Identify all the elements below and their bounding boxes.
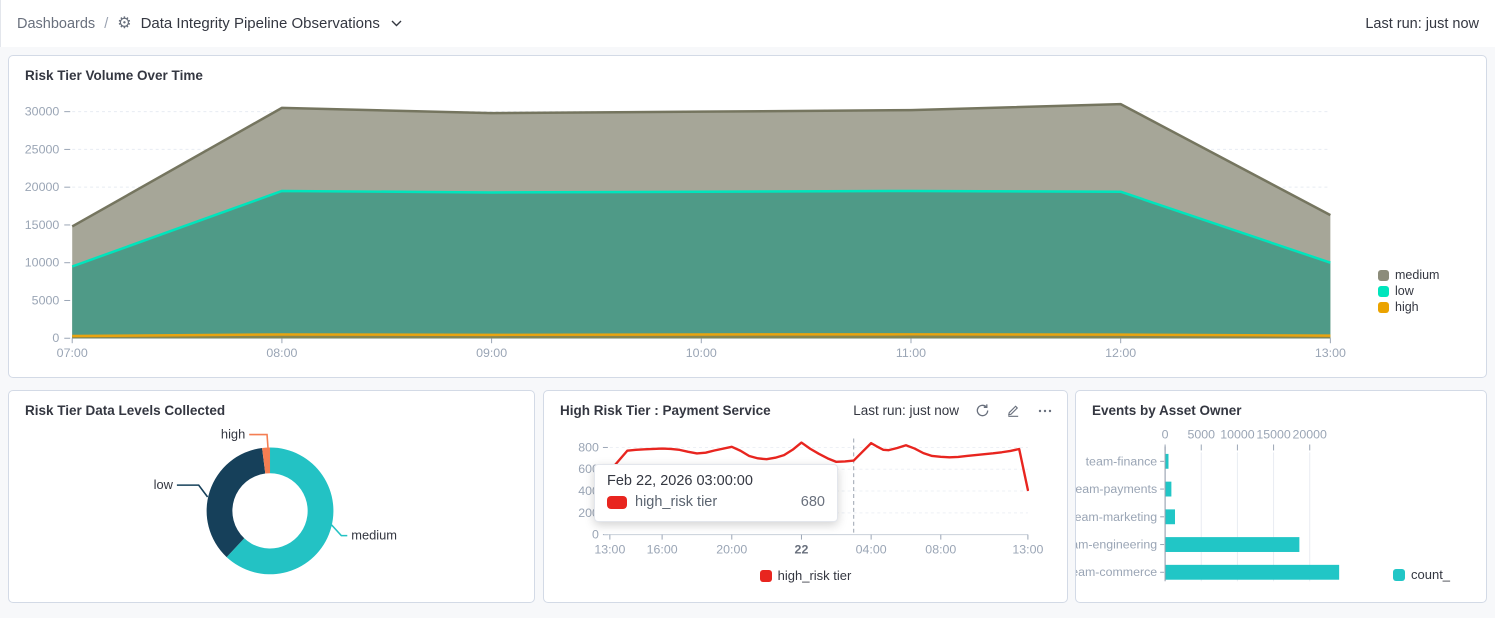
bar-team-marketing[interactable] — [1166, 509, 1175, 524]
bar-team-commerce[interactable] — [1166, 565, 1340, 580]
bar-team-engineering[interactable] — [1166, 537, 1300, 552]
y-axis-tick: 800 — [578, 440, 599, 454]
x-axis-tick: 10:00 — [686, 346, 717, 360]
breadcrumb-dashboards-link[interactable]: Dashboards — [17, 16, 95, 32]
bar-team-finance[interactable] — [1166, 454, 1169, 469]
x-axis-tick: 20000 — [1293, 428, 1328, 442]
tooltip-series-row: high_risk tier 680 — [607, 494, 825, 510]
x-axis-tick: 16:00 — [647, 542, 678, 556]
legend-swatch — [1378, 270, 1389, 281]
tooltip-timestamp: Feb 22, 2026 03:00:00 — [607, 473, 825, 489]
legend-label: medium — [1395, 268, 1439, 282]
category-label: team-engineering — [1076, 538, 1157, 552]
breadcrumb: Dashboards / ⚙ Data Integrity Pipeline O… — [17, 15, 402, 32]
x-axis-tick: 07:00 — [57, 346, 88, 360]
x-axis-tick: 13:00 — [1315, 346, 1346, 360]
donut-slice-low[interactable] — [207, 448, 266, 557]
x-axis-tick: 15000 — [1256, 428, 1291, 442]
legend-swatch — [760, 570, 772, 582]
slice-label-medium: medium — [351, 528, 397, 543]
x-axis-tick: 08:00 — [925, 542, 956, 556]
dashboard-app: Dashboards / ⚙ Data Integrity Pipeline O… — [0, 0, 1495, 618]
legend-item-low[interactable]: low — [1378, 284, 1439, 298]
chart-tooltip: Feb 22, 2026 03:00:00 high_risk tier 680 — [594, 464, 838, 522]
last-run-status: Last run: just now — [1365, 16, 1479, 32]
panel-risk-tier-levels: Risk Tier Data Levels Collected mediumlo… — [8, 390, 535, 603]
legend-swatch — [1393, 569, 1405, 581]
x-axis-tick: 11:00 — [896, 346, 926, 360]
legend-label: count_ — [1411, 567, 1450, 582]
category-label: team-marketing — [1076, 510, 1157, 524]
legend-swatch — [1378, 302, 1389, 313]
y-axis-tick: 30000 — [25, 105, 60, 119]
x-axis-tick: 13:00 — [1012, 542, 1043, 556]
legend-label: high_risk tier — [778, 568, 852, 583]
panel-high-risk-payment: High Risk Tier : Payment Service Last ru… — [543, 390, 1068, 603]
x-axis-tick: 09:00 — [476, 346, 507, 360]
x-axis-tick: 04:00 — [856, 542, 887, 556]
area-chart-legend: medium low high — [1378, 268, 1439, 314]
legend-item-high[interactable]: high — [1378, 300, 1439, 314]
x-axis-tick: 5000 — [1187, 428, 1215, 442]
bar-chart-legend[interactable]: count_ — [1393, 567, 1450, 582]
tooltip-series-value: 680 — [801, 494, 825, 510]
dashboard-title[interactable]: Data Integrity Pipeline Observations — [141, 15, 380, 32]
x-axis-tick: 22 — [795, 542, 809, 556]
line-chart-legend[interactable]: high_risk tier — [544, 568, 1067, 583]
gear-icon: ⚙ — [117, 16, 131, 32]
panel-risk-tier-volume: Risk Tier Volume Over Time 0500010000150… — [8, 55, 1487, 378]
category-label: team-payments — [1076, 482, 1157, 496]
y-axis-tick: 0 — [592, 528, 599, 542]
y-axis-tick: 25000 — [25, 142, 60, 156]
category-label: team-commerce — [1076, 565, 1157, 579]
area-series-low[interactable] — [72, 191, 1330, 338]
panel-events-by-owner: Events by Asset Owner 050001000015000200… — [1075, 390, 1487, 603]
bar-team-payments[interactable] — [1166, 482, 1172, 497]
legend-item-medium[interactable]: medium — [1378, 268, 1439, 282]
x-axis-tick: 08:00 — [266, 346, 297, 360]
legend-swatch — [1378, 286, 1389, 297]
slice-label-high: high — [221, 427, 245, 442]
x-axis-tick: 10000 — [1220, 428, 1255, 442]
top-bar: Dashboards / ⚙ Data Integrity Pipeline O… — [0, 0, 1495, 47]
breadcrumb-separator: / — [104, 16, 108, 32]
x-axis-tick: 20:00 — [716, 542, 747, 556]
legend-label: high — [1395, 300, 1419, 314]
tooltip-series-swatch — [607, 496, 627, 509]
x-axis-tick: 13:00 — [594, 542, 625, 556]
y-axis-tick: 15000 — [25, 218, 60, 232]
y-axis-tick: 10000 — [25, 256, 60, 270]
category-label: team-finance — [1086, 454, 1158, 468]
y-axis-tick: 0 — [52, 331, 59, 345]
slice-label-low: low — [154, 477, 174, 492]
area-chart[interactable]: 0 5000 10000 15000 20000 25000 30000 07:00 08:00… — [9, 56, 1486, 377]
x-axis-tick: 12:00 — [1105, 346, 1136, 360]
chevron-down-icon[interactable] — [391, 20, 402, 27]
y-axis-tick: 20000 — [25, 180, 60, 194]
x-axis-tick: 0 — [1162, 428, 1169, 442]
tooltip-series-label: high_risk tier — [635, 494, 717, 510]
donut-chart[interactable]: medium low high — [9, 391, 534, 602]
legend-label: low — [1395, 284, 1414, 298]
y-axis-tick: 5000 — [32, 293, 60, 307]
